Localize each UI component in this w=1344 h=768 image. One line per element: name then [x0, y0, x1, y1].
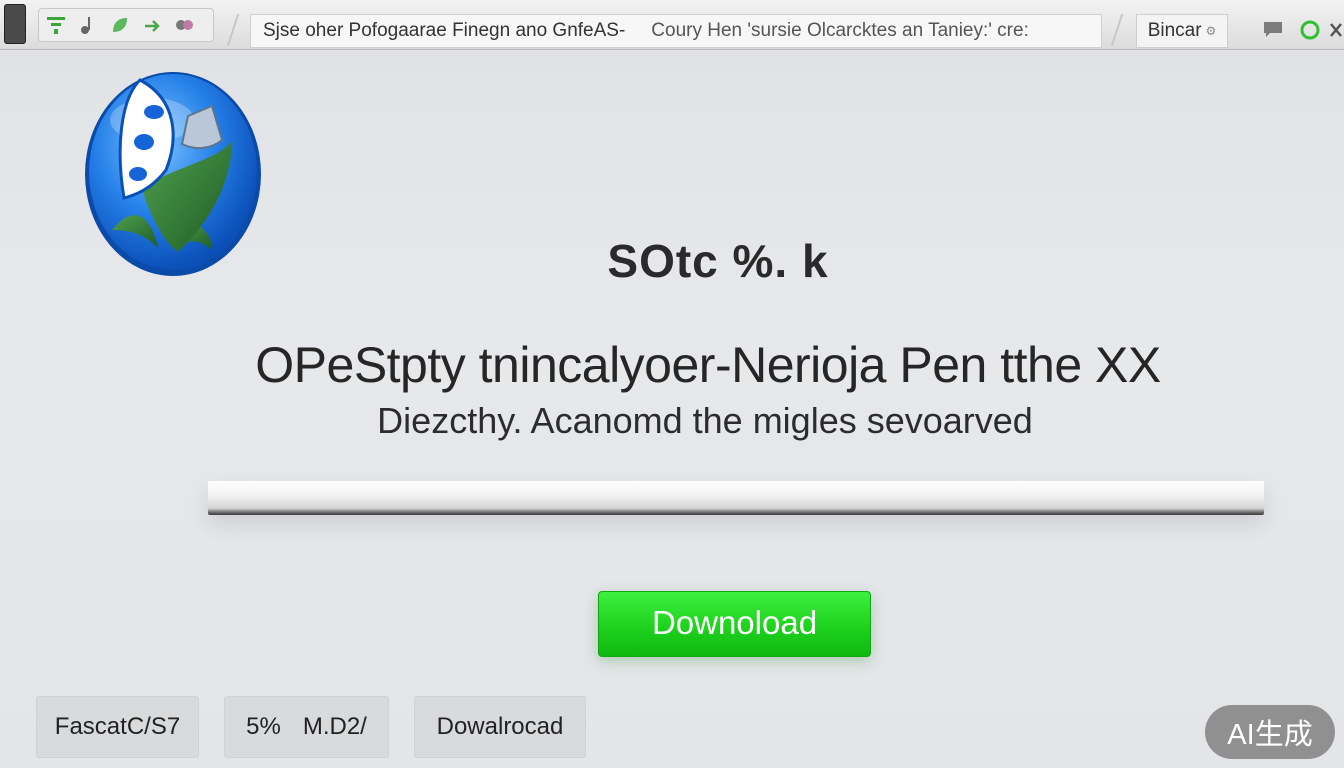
- filter-icon[interactable]: [45, 14, 67, 36]
- page-subtitle: Diezcthy. Acanomd the migles sevoarved: [377, 400, 1033, 441]
- size-value: M.D2/: [302, 713, 367, 740]
- music-note-icon[interactable]: [77, 14, 99, 36]
- size-button[interactable]: 5% M.D2/: [224, 696, 389, 758]
- secondary-download-label: Dowalrocad: [436, 713, 564, 740]
- right-tab-label: Bincar: [1147, 20, 1202, 41]
- toolbar-divider: [1110, 14, 1124, 46]
- right-tab[interactable]: Bincar ⚙: [1136, 14, 1228, 48]
- big-stat: SOtc %. k: [607, 235, 829, 287]
- address-bar[interactable]: Sjse oher Pofogaarae Finegn ano GnfeAS- …: [250, 14, 1102, 48]
- leaf-icon[interactable]: [109, 14, 131, 36]
- download-button[interactable]: Downoload: [598, 591, 871, 657]
- phone-icon[interactable]: [4, 4, 26, 44]
- ai-watermark: AI生成: [1205, 705, 1335, 759]
- secondary-download-button[interactable]: Dowalrocad: [414, 696, 586, 758]
- download-progress-bar: [208, 481, 1264, 515]
- format-button-label: FascatC/S7: [54, 713, 181, 740]
- size-percent: 5%: [246, 713, 281, 740]
- toolbar-divider: [226, 14, 240, 46]
- status-online-icon: [1300, 20, 1320, 45]
- address-text: Sjse oher Pofogaarae Finegn ano GnfeAS-: [263, 20, 626, 41]
- close-icon[interactable]: [1328, 20, 1344, 45]
- chat-icon[interactable]: [1262, 20, 1284, 43]
- page-title: OPeStpty tnincalyoer-Nerioja Pen tthe XX: [255, 337, 1161, 393]
- address-text-secondary: Coury Hen 'sursie Olcarcktes an Taniey:'…: [651, 20, 1029, 41]
- arrow-icon[interactable]: [141, 14, 163, 36]
- pill-icon[interactable]: [173, 14, 195, 36]
- format-button[interactable]: FascatC/S7: [36, 696, 199, 758]
- settings-icon: ⚙: [1205, 24, 1217, 38]
- toolbar-icon-group: [38, 8, 214, 42]
- browser-toolbar: Sjse oher Pofogaarae Finegn ano GnfeAS- …: [0, 0, 1344, 50]
